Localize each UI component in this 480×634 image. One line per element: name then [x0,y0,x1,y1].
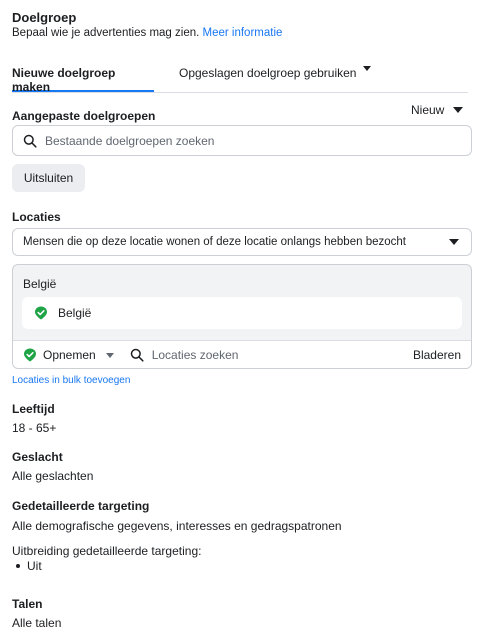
tab-new-audience[interactable]: Nieuwe doelgroep maken [12,60,154,94]
more-info-link[interactable]: Meer informatie [203,27,283,39]
new-audience-dropdown[interactable]: Nieuw [411,103,464,117]
tab-saved-audience[interactable]: Opgeslagen doelgroep gebruiken [179,60,372,92]
location-search-placeholder: Locaties zoeken [151,348,239,362]
targeting-expansion-label: Uitbreiding gedetailleerde targeting: [12,544,202,558]
locations-label: Locaties [12,210,61,224]
selected-location-item[interactable]: België [22,297,462,329]
caret-down-icon [453,107,464,113]
location-search-input[interactable]: Locaties zoeken [130,348,413,362]
age-value: 18 - 65+ [12,421,57,435]
custom-audiences-label: Aangepaste doelgroepen [12,109,156,123]
targeting-expansion-value: Uit [27,559,42,573]
languages-label: Talen [12,597,43,611]
search-icon [130,348,144,362]
include-dropdown[interactable]: Opnemen [23,348,114,362]
audience-tabs: Nieuwe doelgroep maken Opgeslagen doelgr… [12,60,468,94]
location-pin-check-icon [24,348,36,362]
search-icon [23,134,37,148]
exclude-button[interactable]: Uitsluiten [12,164,85,192]
section-title: Doelgroep [12,10,77,25]
caret-down-icon [105,352,114,358]
age-label: Leeftijd [12,402,55,416]
location-pin-check-icon [35,306,47,320]
targeting-value: Alle demografische gegevens, interesses … [12,519,342,533]
browse-button[interactable]: Bladeren [413,348,461,362]
custom-audience-search-input[interactable]: Bestaande doelgroepen zoeken [12,125,472,156]
custom-audience-search-placeholder: Bestaande doelgroepen zoeken [45,133,215,148]
country-group-header: België [23,277,57,291]
caret-down-icon [363,66,372,71]
gender-label: Geslacht [12,450,63,464]
location-type-value: Mensen die op deze locatie wonen of deze… [23,236,406,248]
languages-value: Alle talen [12,616,62,630]
include-label: Opnemen [43,348,96,362]
selected-location-label: België [58,306,92,320]
subtitle-text: Bepaal wie je advertenties mag zien. [12,27,200,39]
targeting-expansion-item: Uit [16,559,42,573]
location-search-row: Opnemen Locaties zoeken Bladeren [13,340,471,368]
tab-saved-label: Opgeslagen doelgroep gebruiken [179,66,357,80]
bullet-icon [16,564,20,568]
targeting-label: Gedetailleerde targeting [12,499,150,513]
locations-box: België België Opnemen Locaties zoeken Bl… [12,264,472,369]
gender-value: Alle geslachten [12,469,94,483]
new-dropdown-label: Nieuw [411,103,445,117]
section-subtitle: Bepaal wie je advertenties mag zien. Mee… [12,27,282,39]
caret-down-icon [449,239,459,245]
bulk-locations-link[interactable]: Locaties in bulk toevoegen [12,375,130,386]
location-type-select[interactable]: Mensen die op deze locatie wonen of deze… [12,228,472,256]
tabs-divider [12,92,468,93]
